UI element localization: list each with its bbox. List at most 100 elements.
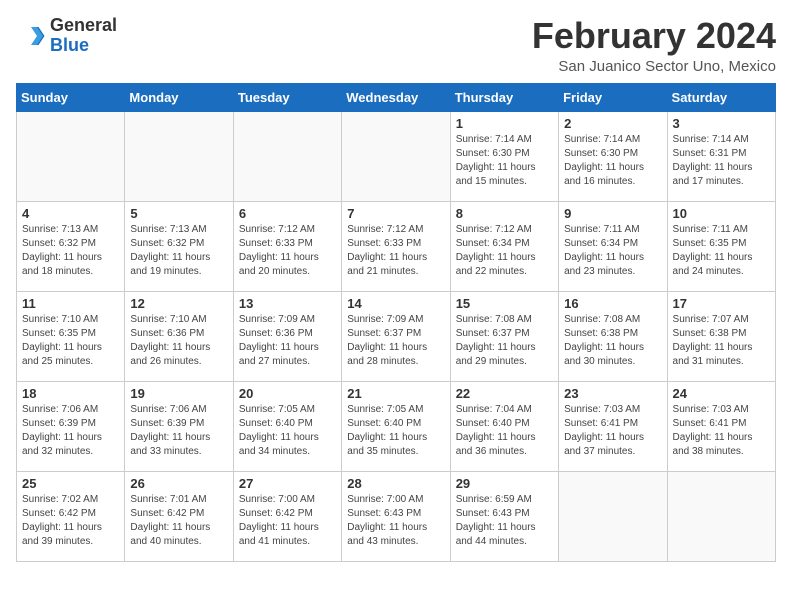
calendar-cell: [17, 111, 125, 201]
calendar: SundayMondayTuesdayWednesdayThursdayFrid…: [16, 83, 776, 562]
day-number: 27: [239, 476, 336, 491]
day-info: Sunrise: 7:07 AMSunset: 6:38 PMDaylight:…: [673, 313, 770, 369]
calendar-cell: 24 Sunrise: 7:03 AMSunset: 6:41 PMDayligh…: [667, 381, 775, 471]
day-number: 23: [564, 386, 661, 401]
calendar-cell: 19 Sunrise: 7:06 AMSunset: 6:39 PMDayligh…: [125, 381, 233, 471]
day-number: 9: [564, 206, 661, 221]
day-number: 13: [239, 296, 336, 311]
day-number: 1: [456, 116, 553, 131]
day-info: Sunrise: 7:11 AMSunset: 6:35 PMDaylight:…: [673, 223, 770, 279]
day-number: 7: [347, 206, 444, 221]
calendar-cell: 18 Sunrise: 7:06 AMSunset: 6:39 PMDayligh…: [17, 381, 125, 471]
day-info: Sunrise: 7:13 AMSunset: 6:32 PMDaylight:…: [22, 223, 119, 279]
day-number: 15: [456, 296, 553, 311]
day-number: 21: [347, 386, 444, 401]
logo-blue-text: Blue: [50, 36, 117, 56]
week-row-1: 1 Sunrise: 7:14 AMSunset: 6:30 PMDaylight…: [17, 111, 776, 201]
day-number: 19: [130, 386, 227, 401]
week-row-5: 25 Sunrise: 7:02 AMSunset: 6:42 PMDayligh…: [17, 471, 776, 561]
day-info: Sunrise: 7:06 AMSunset: 6:39 PMDaylight:…: [22, 403, 119, 459]
calendar-cell: 17 Sunrise: 7:07 AMSunset: 6:38 PMDayligh…: [667, 291, 775, 381]
day-number: 8: [456, 206, 553, 221]
calendar-cell: 2 Sunrise: 7:14 AMSunset: 6:30 PMDaylight…: [559, 111, 667, 201]
day-info: Sunrise: 7:11 AMSunset: 6:34 PMDaylight:…: [564, 223, 661, 279]
day-info: Sunrise: 7:14 AMSunset: 6:30 PMDaylight:…: [456, 133, 553, 189]
day-info: Sunrise: 7:14 AMSunset: 6:30 PMDaylight:…: [564, 133, 661, 189]
logo-general-text: General: [50, 16, 117, 36]
day-info: Sunrise: 7:12 AMSunset: 6:33 PMDaylight:…: [347, 223, 444, 279]
week-row-3: 11Sunrise: 7:10 AMSunset: 6:35 PMDayligh…: [17, 291, 776, 381]
calendar-cell: 6Sunrise: 7:12 AMSunset: 6:33 PMDaylight…: [233, 201, 341, 291]
calendar-cell: [559, 471, 667, 561]
day-number: 17: [673, 296, 770, 311]
weekday-header-friday: Friday: [559, 83, 667, 111]
calendar-cell: [667, 471, 775, 561]
calendar-cell: 15 Sunrise: 7:08 AMSunset: 6:37 PMDayligh…: [450, 291, 558, 381]
day-info: Sunrise: 7:08 AMSunset: 6:37 PMDaylight:…: [456, 313, 553, 369]
header: General Blue February 2024 San Juanico S…: [16, 16, 776, 75]
calendar-cell: 3Sunrise: 7:14 AMSunset: 6:31 PMDaylight…: [667, 111, 775, 201]
day-info: Sunrise: 7:03 AMSunset: 6:41 PMDaylight:…: [673, 403, 770, 459]
day-number: 18: [22, 386, 119, 401]
day-info: Sunrise: 7:01 AMSunset: 6:42 PMDaylight:…: [130, 493, 227, 549]
day-number: 29: [456, 476, 553, 491]
day-number: 28: [347, 476, 444, 491]
calendar-cell: 23 Sunrise: 7:03 AMSunset: 6:41 PMDayligh…: [559, 381, 667, 471]
calendar-cell: 25 Sunrise: 7:02 AMSunset: 6:42 PMDayligh…: [17, 471, 125, 561]
day-info: Sunrise: 7:05 AMSunset: 6:40 PMDaylight:…: [239, 403, 336, 459]
calendar-cell: 7 Sunrise: 7:12 AMSunset: 6:33 PMDaylight…: [342, 201, 450, 291]
weekday-header-saturday: Saturday: [667, 83, 775, 111]
day-info: Sunrise: 7:10 AMSunset: 6:36 PMDaylight:…: [130, 313, 227, 369]
calendar-cell: 14 Sunrise: 7:09 AMSunset: 6:37 PMDayligh…: [342, 291, 450, 381]
day-number: 25: [22, 476, 119, 491]
day-number: 26: [130, 476, 227, 491]
day-info: Sunrise: 7:09 AMSunset: 6:36 PMDaylight:…: [239, 313, 336, 369]
logo: General Blue: [16, 16, 117, 56]
calendar-cell: 27Sunrise: 7:00 AMSunset: 6:42 PMDayligh…: [233, 471, 341, 561]
page-container: General Blue February 2024 San Juanico S…: [16, 16, 776, 562]
weekday-header-wednesday: Wednesday: [342, 83, 450, 111]
location-title: San Juanico Sector Uno, Mexico: [532, 58, 776, 75]
day-number: 4: [22, 206, 119, 221]
day-number: 5: [130, 206, 227, 221]
day-number: 24: [673, 386, 770, 401]
calendar-cell: 13 Sunrise: 7:09 AMSunset: 6:36 PMDayligh…: [233, 291, 341, 381]
calendar-cell: 9 Sunrise: 7:11 AMSunset: 6:34 PMDaylight…: [559, 201, 667, 291]
day-info: Sunrise: 7:02 AMSunset: 6:42 PMDaylight:…: [22, 493, 119, 549]
day-number: 2: [564, 116, 661, 131]
day-number: 20: [239, 386, 336, 401]
weekday-header-monday: Monday: [125, 83, 233, 111]
day-info: Sunrise: 7:00 AMSunset: 6:43 PMDaylight:…: [347, 493, 444, 549]
day-info: Sunrise: 7:03 AMSunset: 6:41 PMDaylight:…: [564, 403, 661, 459]
day-info: Sunrise: 7:12 AMSunset: 6:33 PMDaylight:…: [239, 223, 336, 279]
weekday-header-tuesday: Tuesday: [233, 83, 341, 111]
calendar-cell: 11Sunrise: 7:10 AMSunset: 6:35 PMDayligh…: [17, 291, 125, 381]
day-info: Sunrise: 7:09 AMSunset: 6:37 PMDaylight:…: [347, 313, 444, 369]
calendar-cell: [342, 111, 450, 201]
calendar-cell: 4 Sunrise: 7:13 AMSunset: 6:32 PMDaylight…: [17, 201, 125, 291]
week-row-4: 18 Sunrise: 7:06 AMSunset: 6:39 PMDayligh…: [17, 381, 776, 471]
title-section: February 2024 San Juanico Sector Uno, Me…: [532, 16, 776, 75]
day-info: Sunrise: 7:06 AMSunset: 6:39 PMDaylight:…: [130, 403, 227, 459]
calendar-cell: 26 Sunrise: 7:01 AMSunset: 6:42 PMDayligh…: [125, 471, 233, 561]
calendar-cell: [125, 111, 233, 201]
calendar-cell: 10 Sunrise: 7:11 AMSunset: 6:35 PMDayligh…: [667, 201, 775, 291]
day-info: Sunrise: 7:10 AMSunset: 6:35 PMDaylight:…: [22, 313, 119, 369]
day-info: Sunrise: 7:14 AMSunset: 6:31 PMDaylight:…: [673, 133, 770, 189]
day-number: 10: [673, 206, 770, 221]
calendar-cell: 5Sunrise: 7:13 AMSunset: 6:32 PMDaylight…: [125, 201, 233, 291]
day-number: 16: [564, 296, 661, 311]
weekday-header-thursday: Thursday: [450, 83, 558, 111]
calendar-cell: 28 Sunrise: 7:00 AMSunset: 6:43 PMDayligh…: [342, 471, 450, 561]
weekday-header-row: SundayMondayTuesdayWednesdayThursdayFrid…: [17, 83, 776, 111]
day-info: Sunrise: 7:05 AMSunset: 6:40 PMDaylight:…: [347, 403, 444, 459]
logo-text: General Blue: [50, 16, 117, 56]
day-number: 12: [130, 296, 227, 311]
calendar-cell: 21 Sunrise: 7:05 AMSunset: 6:40 PMDayligh…: [342, 381, 450, 471]
day-info: Sunrise: 7:08 AMSunset: 6:38 PMDaylight:…: [564, 313, 661, 369]
calendar-cell: 1 Sunrise: 7:14 AMSunset: 6:30 PMDaylight…: [450, 111, 558, 201]
calendar-cell: 12 Sunrise: 7:10 AMSunset: 6:36 PMDayligh…: [125, 291, 233, 381]
day-number: 22: [456, 386, 553, 401]
week-row-2: 4 Sunrise: 7:13 AMSunset: 6:32 PMDaylight…: [17, 201, 776, 291]
day-number: 14: [347, 296, 444, 311]
